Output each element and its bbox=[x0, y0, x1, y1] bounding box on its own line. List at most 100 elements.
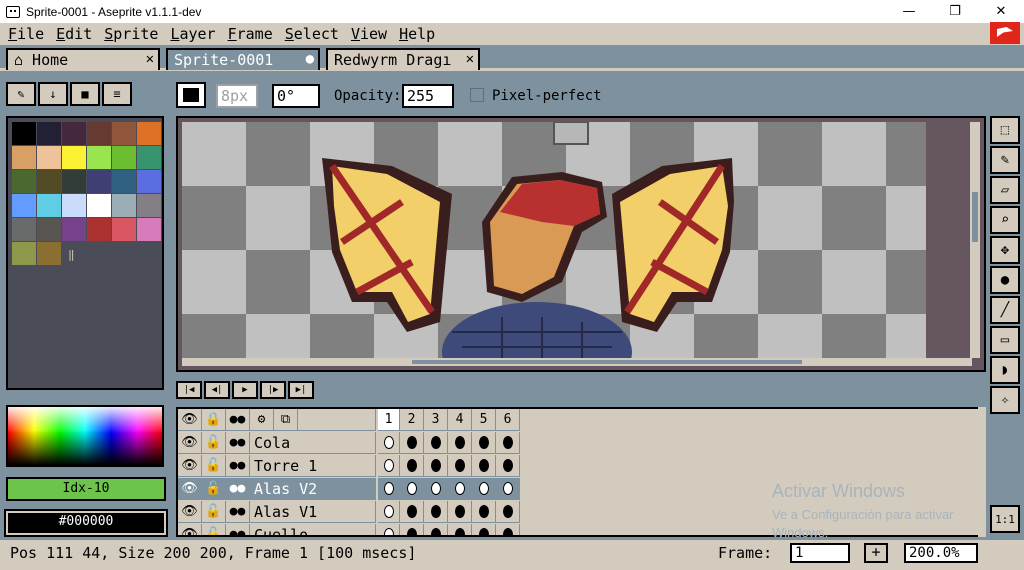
add-frame-button[interactable]: + bbox=[864, 543, 888, 563]
cel[interactable] bbox=[400, 524, 424, 535]
menu-sprite[interactable]: Sprite bbox=[104, 25, 158, 43]
menu-help[interactable]: Help bbox=[399, 25, 435, 43]
cel[interactable] bbox=[400, 478, 424, 500]
pencil-icon[interactable]: ✎ bbox=[990, 146, 1020, 174]
lock-icon[interactable]: 🔓 bbox=[202, 524, 226, 535]
palette-swatch[interactable] bbox=[62, 194, 86, 217]
palette-options-icon[interactable]: ≡ bbox=[102, 82, 132, 106]
layer-name[interactable]: Alas V1 bbox=[250, 501, 376, 523]
visibility-header-icon[interactable]: 👁 bbox=[178, 409, 202, 431]
contour-icon[interactable]: ◗ bbox=[990, 356, 1020, 384]
menu-file[interactable]: File bbox=[8, 25, 44, 43]
foreground-color-index-button[interactable]: Idx-10 bbox=[6, 477, 166, 501]
lock-icon[interactable]: 🔓 bbox=[202, 432, 226, 454]
cel[interactable] bbox=[472, 524, 496, 535]
layer-name[interactable]: Torre 1 bbox=[250, 455, 376, 477]
palette-swatch[interactable] bbox=[37, 194, 61, 217]
brush-type-button[interactable] bbox=[176, 82, 206, 108]
cel[interactable] bbox=[472, 432, 496, 454]
background-color-hex-button[interactable]: #000000 bbox=[4, 509, 168, 537]
cel[interactable] bbox=[400, 432, 424, 454]
minimize-button[interactable]: — bbox=[886, 0, 932, 23]
frame-header-6[interactable]: 6 bbox=[496, 409, 520, 431]
continuous-icon[interactable]: ●● bbox=[226, 524, 250, 535]
eraser-icon[interactable]: ▱ bbox=[990, 176, 1020, 204]
lock-icon[interactable]: 🔓 bbox=[202, 455, 226, 477]
tab-modified-dot-icon[interactable]: ● bbox=[306, 51, 314, 67]
cel[interactable] bbox=[472, 478, 496, 500]
blur-icon[interactable]: ✧ bbox=[990, 386, 1020, 414]
settings-gear-icon[interactable]: ⚙ bbox=[250, 409, 274, 431]
next-frame-icon[interactable]: |▶ bbox=[260, 381, 286, 399]
palette-swatch[interactable] bbox=[37, 170, 61, 193]
zoom-field[interactable]: 200.0% bbox=[904, 543, 978, 563]
previous-frame-icon[interactable]: ◀| bbox=[204, 381, 230, 399]
rectangle-icon[interactable]: ▭ bbox=[990, 326, 1020, 354]
cel[interactable] bbox=[448, 455, 472, 477]
last-frame-icon[interactable]: ▶| bbox=[288, 381, 314, 399]
palette-swatch[interactable] bbox=[12, 170, 36, 193]
palette-swatch[interactable] bbox=[12, 146, 36, 169]
cel[interactable] bbox=[424, 501, 448, 523]
palette-swatch[interactable] bbox=[37, 218, 61, 241]
layer-row[interactable]: 👁 🔓 ●● Torre 1 bbox=[178, 455, 984, 478]
visibility-eye-icon[interactable]: 👁 bbox=[178, 478, 202, 500]
lock-icon[interactable]: 🔓 bbox=[202, 501, 226, 523]
cel[interactable] bbox=[400, 455, 424, 477]
frame-header-2[interactable]: 2 bbox=[400, 409, 424, 431]
palette-resize-handle-icon[interactable]: ‖ bbox=[68, 248, 75, 261]
cel[interactable] bbox=[378, 455, 400, 477]
palette-swatch[interactable] bbox=[37, 242, 61, 265]
palette-swatch[interactable] bbox=[12, 194, 36, 217]
cel[interactable] bbox=[496, 478, 520, 500]
cel[interactable] bbox=[378, 478, 400, 500]
cel[interactable] bbox=[424, 432, 448, 454]
cel[interactable] bbox=[448, 432, 472, 454]
cel[interactable] bbox=[378, 501, 400, 523]
cel[interactable] bbox=[424, 524, 448, 535]
cel[interactable] bbox=[448, 501, 472, 523]
palette-swatch[interactable] bbox=[62, 170, 86, 193]
layer-name[interactable]: Cola bbox=[250, 432, 376, 454]
palette-edit-icon[interactable]: ✎ bbox=[6, 82, 36, 106]
cel[interactable] bbox=[496, 501, 520, 523]
cel[interactable] bbox=[448, 478, 472, 500]
cel[interactable] bbox=[448, 524, 472, 535]
palette-swatch[interactable] bbox=[62, 218, 86, 241]
palette-swatch[interactable] bbox=[87, 218, 111, 241]
cel[interactable] bbox=[378, 524, 400, 535]
visibility-eye-icon[interactable]: 👁 bbox=[178, 524, 202, 535]
frame-header-3[interactable]: 3 bbox=[424, 409, 448, 431]
tab-home[interactable]: ⌂ Home ✕ bbox=[6, 48, 160, 70]
palette-swatch[interactable] bbox=[112, 218, 136, 241]
palette-swatch[interactable] bbox=[12, 122, 36, 145]
cel[interactable] bbox=[496, 455, 520, 477]
palette-swatch[interactable] bbox=[112, 146, 136, 169]
continuous-icon[interactable]: ●● bbox=[226, 501, 250, 523]
lock-header-icon[interactable]: 🔒 bbox=[202, 409, 226, 431]
palette-swatch[interactable] bbox=[87, 194, 111, 217]
palette-swatch[interactable] bbox=[137, 146, 161, 169]
first-frame-icon[interactable]: |◀ bbox=[176, 381, 202, 399]
paint-bucket-icon[interactable]: ● bbox=[990, 266, 1020, 294]
palette-swatch[interactable] bbox=[37, 146, 61, 169]
opacity-field[interactable]: 255 bbox=[402, 84, 454, 108]
continuous-icon[interactable]: ●● bbox=[226, 455, 250, 477]
visibility-eye-icon[interactable]: 👁 bbox=[178, 455, 202, 477]
continuous-icon[interactable]: ●● bbox=[226, 478, 250, 500]
maximize-button[interactable]: ❐ bbox=[932, 0, 978, 23]
palette-swatch[interactable] bbox=[62, 122, 86, 145]
cel[interactable] bbox=[400, 501, 424, 523]
onion-skin-icon[interactable]: ⧉ bbox=[274, 409, 298, 431]
palette-swatch[interactable] bbox=[87, 122, 111, 145]
palette-swatch[interactable] bbox=[112, 194, 136, 217]
menu-view[interactable]: View bbox=[351, 25, 387, 43]
palette-sort-icon[interactable]: ↓ bbox=[38, 82, 68, 106]
zoom-icon[interactable]: ⌕ bbox=[990, 206, 1020, 234]
line-icon[interactable]: ╱ bbox=[990, 296, 1020, 324]
tab-redwyrm-dragon[interactable]: Redwyrm Dragı ✕ bbox=[326, 48, 480, 70]
cel[interactable] bbox=[424, 478, 448, 500]
cel[interactable] bbox=[378, 432, 400, 454]
tab-home-close-icon[interactable]: ✕ bbox=[146, 51, 154, 67]
color-spectrum-selector[interactable] bbox=[6, 405, 164, 467]
